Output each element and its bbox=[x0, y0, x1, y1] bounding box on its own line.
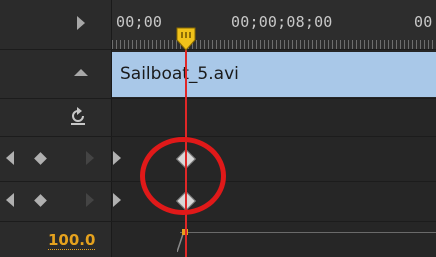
play-right-icon[interactable] bbox=[77, 16, 85, 30]
chevron-right-icon bbox=[113, 151, 121, 165]
prev-keyframe-icon[interactable] bbox=[6, 193, 14, 207]
playhead-icon[interactable] bbox=[175, 26, 197, 52]
next-keyframe-icon[interactable] bbox=[86, 193, 94, 207]
ruler-timecode-2: 00 bbox=[414, 13, 433, 31]
value-graph-line bbox=[180, 232, 436, 233]
triangle-up-icon[interactable] bbox=[74, 69, 88, 76]
ruler-timecode-0: 00;00 bbox=[116, 13, 163, 31]
property-value[interactable]: 100.0 bbox=[48, 232, 96, 250]
clip-name: Sailboat_5.avi bbox=[120, 64, 239, 84]
next-keyframe-icon[interactable] bbox=[86, 151, 94, 165]
ruler-timecode-1: 00;00;08;00 bbox=[231, 13, 333, 31]
reset-icon[interactable] bbox=[66, 104, 90, 128]
timeline-panel: 00;00 00;00;08;00 00 Sailboat_5.avi 100.… bbox=[0, 0, 436, 257]
highlight-circle bbox=[140, 137, 226, 215]
prev-keyframe-icon[interactable] bbox=[6, 151, 14, 165]
ruler-ticks bbox=[112, 40, 436, 49]
chevron-right-icon bbox=[113, 193, 121, 207]
